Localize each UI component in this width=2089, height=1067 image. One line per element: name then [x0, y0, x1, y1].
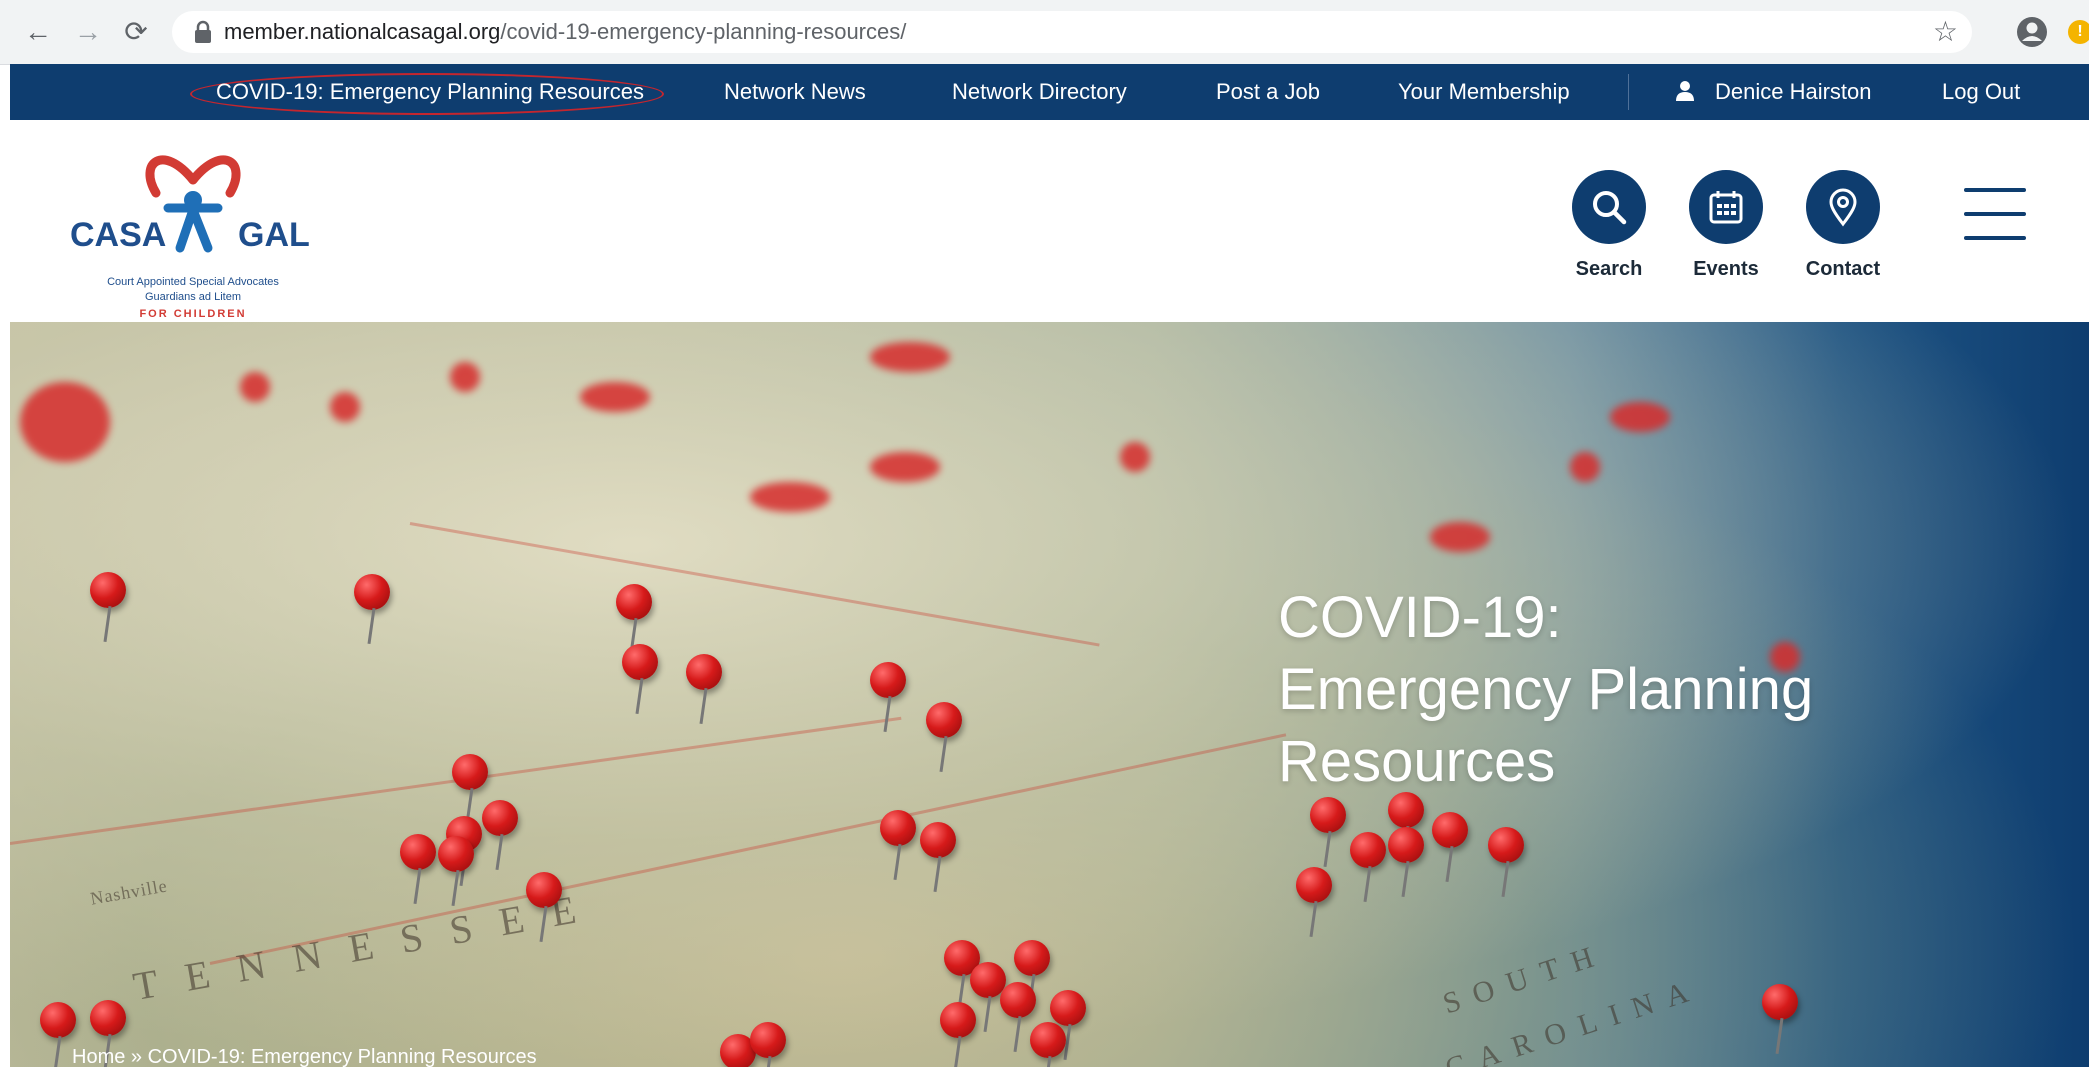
map-pin — [1610, 402, 1670, 432]
map-pin — [1120, 442, 1150, 472]
menu-hamburger-icon[interactable] — [1964, 188, 2026, 240]
lock-icon — [195, 20, 211, 43]
map-pin — [1014, 940, 1050, 976]
map-pin — [920, 822, 956, 858]
map-pin — [450, 362, 480, 392]
breadcrumb[interactable]: Home » COVID-19: Emergency Planning Reso… — [72, 1046, 537, 1067]
map-pin — [686, 654, 722, 690]
map-pin — [870, 452, 940, 482]
map-pin — [1296, 867, 1332, 903]
map-pin — [240, 372, 270, 402]
map-pin — [330, 392, 360, 422]
map-pin — [870, 342, 950, 372]
map-road — [409, 522, 1100, 647]
map-pin — [90, 1000, 126, 1036]
logo-caption-1: Court Appointed Special Advocates — [107, 276, 279, 288]
map-pin — [452, 754, 488, 790]
map-pin — [926, 702, 962, 738]
browser-toolbar: ← → ⟳ member.nationalcasagal.org/covid-1… — [0, 0, 2089, 65]
hero-banner: TENNESSEE Nashville SOUTH CAROLINA COVID… — [10, 322, 2089, 1067]
logo-mark: CASA GAL — [70, 155, 310, 254]
map-pin — [400, 834, 436, 870]
search-button[interactable]: Search — [1549, 170, 1669, 281]
events-button[interactable]: Events — [1666, 170, 1786, 281]
logo-casa-text: CASA — [70, 216, 166, 254]
map-pin — [750, 482, 830, 512]
map-pin — [1570, 452, 1600, 482]
reload-icon[interactable]: ⟳ — [118, 14, 154, 50]
map-pin — [880, 810, 916, 846]
search-icon — [1593, 191, 1627, 225]
logo-gal-text: GAL — [238, 216, 310, 254]
map-pin — [1050, 990, 1086, 1026]
extension-alert-icon[interactable]: ! — [2068, 20, 2089, 44]
events-circle[interactable] — [1689, 170, 1763, 244]
bookmark-star-icon[interactable]: ☆ — [1933, 15, 1958, 48]
account-icon[interactable] — [2016, 16, 2048, 48]
map-pin — [870, 662, 906, 698]
map-pin — [1350, 832, 1386, 868]
map-pin — [622, 644, 658, 680]
hero-title-line-1: COVID-19: — [1278, 585, 1562, 650]
nav-item-user-name[interactable]: Denice Hairston — [1715, 64, 1872, 120]
nav-item-your-membership[interactable]: Your Membership — [1398, 64, 1570, 120]
map-pin — [354, 574, 390, 610]
map-pin — [438, 836, 474, 872]
map-pin — [526, 872, 562, 908]
nav-divider — [1628, 74, 1629, 110]
contact-label[interactable]: Contact — [1783, 258, 1903, 281]
map-pin — [1000, 982, 1036, 1018]
nav-item-network-news[interactable]: Network News — [724, 64, 866, 120]
nav-item-log-out[interactable]: Log Out — [1942, 64, 2020, 120]
map-pin — [1030, 1022, 1066, 1058]
forward-arrow-icon[interactable]: → — [70, 14, 106, 50]
back-arrow-icon[interactable]: ← — [20, 14, 56, 50]
map-pin — [1430, 522, 1490, 552]
map-pin — [482, 800, 518, 836]
site-header: CASA GAL Court Appointed Special Advocat… — [0, 120, 2089, 322]
search-circle[interactable] — [1572, 170, 1646, 244]
map-pin — [616, 584, 652, 620]
search-label[interactable]: Search — [1549, 258, 1669, 281]
user-icon — [1676, 81, 1694, 101]
contact-button[interactable]: Contact — [1783, 170, 1903, 281]
nav-item-post-a-job[interactable]: Post a Job — [1216, 64, 1320, 120]
map-pin — [1432, 812, 1468, 848]
casa-gal-logo[interactable]: CASA GAL Court Appointed Special Advocat… — [68, 138, 318, 320]
map-pin — [580, 382, 650, 412]
logo-caption-2: Guardians ad Litem — [145, 291, 241, 303]
logo-caption-3: FOR CHILDREN — [139, 308, 247, 320]
member-top-nav: COVID-19: Emergency Planning Resources N… — [10, 64, 2089, 120]
map-pin-cluster — [20, 382, 110, 462]
url-path: /covid-19-emergency-planning-resources/ — [500, 19, 907, 44]
map-pin — [750, 1022, 786, 1058]
contact-circle[interactable] — [1806, 170, 1880, 244]
map-pin — [1388, 827, 1424, 863]
map-pin — [1762, 984, 1798, 1020]
map-pin — [940, 1002, 976, 1038]
url-domain: member.nationalcasagal.org — [224, 19, 501, 44]
calendar-icon — [1709, 191, 1743, 224]
map-pin — [40, 1002, 76, 1038]
events-label[interactable]: Events — [1666, 258, 1786, 281]
address-bar[interactable]: member.nationalcasagal.org/covid-19-emer… — [172, 11, 1972, 53]
hero-title: COVID-19: Emergency Planning Resources — [1278, 582, 1978, 798]
map-pin — [1488, 827, 1524, 863]
nav-item-network-directory[interactable]: Network Directory — [952, 64, 1127, 120]
hero-title-line-2: Emergency Planning — [1278, 657, 1814, 722]
map-label-city: Nashville — [88, 875, 170, 909]
url-text[interactable]: member.nationalcasagal.org/covid-19-emer… — [224, 11, 906, 53]
hero-title-line-3: Resources — [1278, 729, 1556, 794]
nav-item-covid-resources[interactable]: COVID-19: Emergency Planning Resources — [216, 64, 644, 120]
location-pin-icon — [1829, 188, 1857, 227]
map-pin — [90, 572, 126, 608]
map-pin — [1310, 797, 1346, 833]
